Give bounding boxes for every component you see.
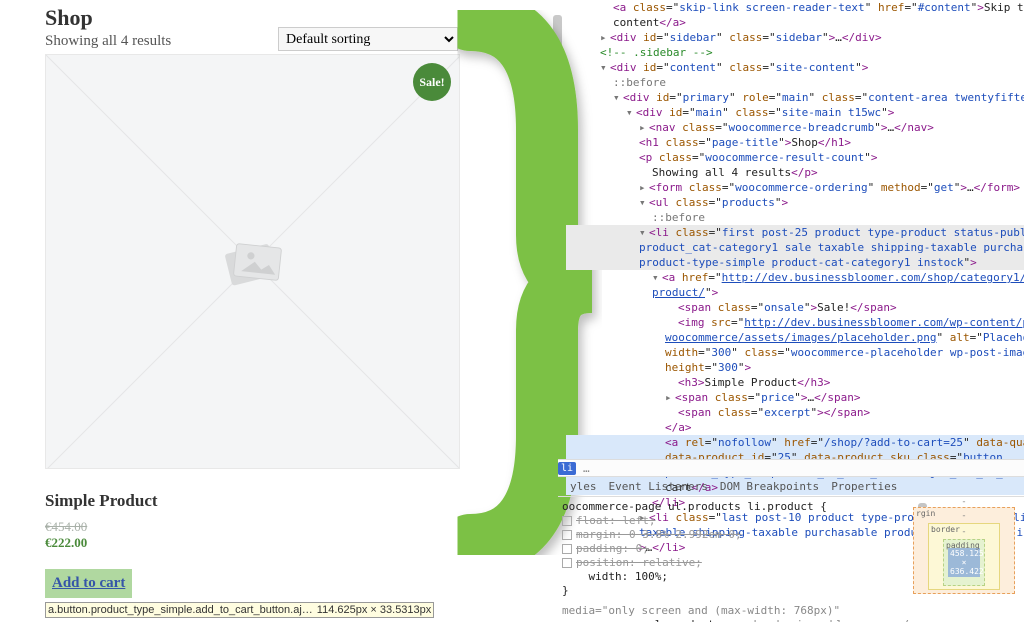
dom-node-selected[interactable]: product-type-simple product-cat-category… xyxy=(566,255,1024,270)
dom-node[interactable]: ::before xyxy=(566,75,1024,90)
tooltip-dimensions: 114.625px × 33.5313px xyxy=(317,604,431,616)
add-to-cart-button[interactable]: Add to cart xyxy=(45,569,132,598)
dom-node[interactable]: ▾<ul class="products"> xyxy=(566,195,1024,210)
dom-node[interactable]: ▾<a href="http://dev.businessbloomer.com… xyxy=(566,270,1024,285)
devtools-pane: <a class="skip-link screen-reader-text" … xyxy=(558,0,1024,622)
dom-node[interactable]: ▸<form class="woocommerce-ordering" meth… xyxy=(566,180,1024,195)
css-prop[interactable]: margin: 0 3.8% 2.992em 0; xyxy=(562,528,909,542)
product-card[interactable]: Sale! Simple Product €454.00 €222.00 Add… xyxy=(45,54,460,598)
tab-properties[interactable]: Properties xyxy=(831,477,897,496)
dom-node[interactable]: ▸<nav class="woocommerce-breadcrumb">…</… xyxy=(566,120,1024,135)
product-placeholder-image[interactable]: Sale! xyxy=(45,54,460,469)
dom-node[interactable]: <h1 class="page-title">Shop</h1> xyxy=(566,135,1024,150)
css-prop[interactable]: float: left; xyxy=(562,514,909,528)
dom-node[interactable]: <h3>Simple Product</h3> xyxy=(566,375,1024,390)
dom-node-highlighted[interactable]: <a rel="nofollow" href="/shop/?add-to-ca… xyxy=(566,435,1024,450)
breadcrumb-bar[interactable]: li … xyxy=(558,459,1024,477)
tab-styles[interactable]: yles xyxy=(570,477,597,496)
product-title[interactable]: Simple Product xyxy=(45,491,460,511)
dom-node[interactable]: ▾<div id="primary" role="main" class="co… xyxy=(566,90,1024,105)
dom-node[interactable]: Showing all 4 results</p> xyxy=(566,165,1024,180)
dom-node[interactable]: <span class="onsale">Sale!</span> xyxy=(566,300,1024,315)
css-selector: oocommerce-page ul.products li.product { xyxy=(562,500,909,514)
photo-stack-icon xyxy=(208,217,298,307)
dom-node[interactable]: height="300"> xyxy=(566,360,1024,375)
price-new: €222.00 xyxy=(45,535,460,551)
dom-node[interactable]: ::before xyxy=(566,210,1024,225)
tooltip-selector: a.button.product_type_simple.add_to_cart… xyxy=(48,604,313,616)
css-prop[interactable]: width: 100%; xyxy=(562,570,909,584)
element-inspector-tooltip: a.button.product_type_simple.add_to_cart… xyxy=(45,602,434,618)
dom-node[interactable]: ▸<div id="sidebar" class="sidebar">…</di… xyxy=(566,30,1024,45)
dom-node[interactable]: content</a> xyxy=(566,15,1024,30)
price-old: €454.00 xyxy=(45,519,460,535)
sale-badge: Sale! xyxy=(413,63,451,101)
dom-node[interactable]: woocommerce/assets/images/placeholder.pn… xyxy=(566,330,1024,345)
add-to-cart-highlight: Add to cart xyxy=(45,569,132,598)
dom-node[interactable]: product/"> xyxy=(566,285,1024,300)
box-padding-label: padding xyxy=(946,541,980,550)
css-media-query: media="only screen and (max-width: 768px… xyxy=(562,604,909,618)
box-margin-label: rgin xyxy=(916,509,935,518)
box-border-label: border xyxy=(931,525,960,534)
devtools-tabs: yles Event Listeners DOM Breakpoints Pro… xyxy=(558,477,1024,497)
dom-node[interactable]: width="300" class="woocommerce-placehold… xyxy=(566,345,1024,360)
dom-node-selected[interactable]: ▾<li class="first post-25 product type-p… xyxy=(566,225,1024,240)
dom-node[interactable]: ▸<span class="price">…</span> xyxy=(566,390,1024,405)
breadcrumb-item[interactable]: li xyxy=(558,462,576,475)
tab-event-listeners[interactable]: Event Listeners xyxy=(609,477,708,496)
css-prop[interactable]: padding: 0; xyxy=(562,542,909,556)
box-model[interactable]: - rgin - border - padding 458.125 × 636.… xyxy=(913,497,1015,607)
dom-node[interactable]: <!-- .sidebar --> xyxy=(566,45,1024,60)
tab-dom-breakpoints[interactable]: DOM Breakpoints xyxy=(720,477,819,496)
breadcrumb-overflow[interactable]: … xyxy=(583,462,590,475)
dom-node-selected[interactable]: product_cat-category1 sale taxable shipp… xyxy=(566,240,1024,255)
dom-node[interactable]: <span class="excerpt"></span> xyxy=(566,405,1024,420)
dom-node[interactable]: <p class="woocommerce-result-count"> xyxy=(566,150,1024,165)
dom-node[interactable]: <a class="skip-link screen-reader-text" … xyxy=(566,0,1024,15)
dom-tree[interactable]: <a class="skip-link screen-reader-text" … xyxy=(566,0,1024,475)
css-close: } xyxy=(562,584,909,598)
styles-panel[interactable]: oocommerce-page ul.products li.product {… xyxy=(558,497,913,622)
dom-node[interactable]: <img src="http://dev.businessbloomer.com… xyxy=(566,315,1024,330)
sort-select[interactable]: Default sorting xyxy=(278,27,458,51)
dom-node[interactable]: ▾<div id="main" class="site-main t15wc"> xyxy=(566,105,1024,120)
dom-node[interactable]: ▾<div id="content" class="site-content"> xyxy=(566,60,1024,75)
box-content-size: 458.125 × 636.422 xyxy=(948,548,980,577)
dom-node[interactable]: </a> xyxy=(566,420,1024,435)
css-prop[interactable]: position: relative; xyxy=(562,556,909,570)
